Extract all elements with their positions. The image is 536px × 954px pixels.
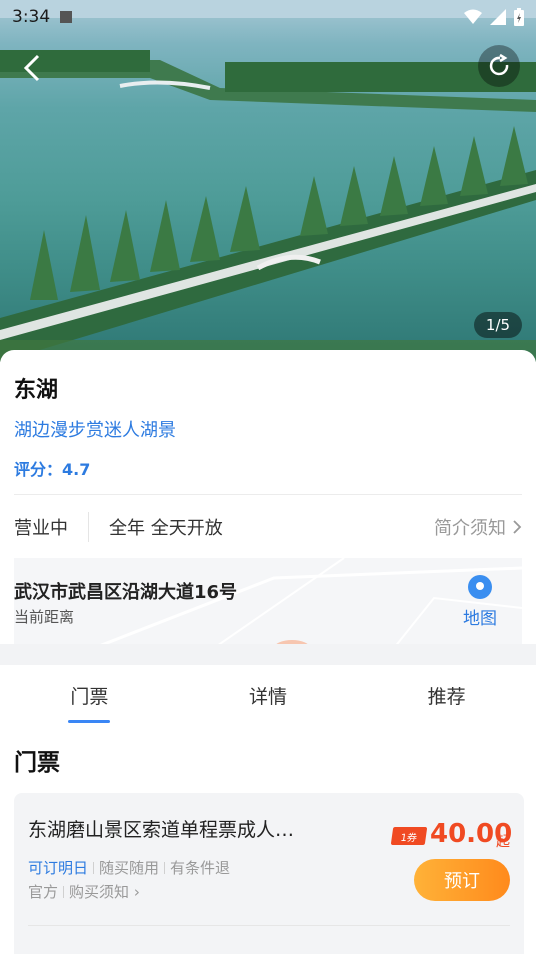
tag-separator [93,861,95,874]
share-icon [489,53,509,76]
open-hours: 全年 全天开放 [109,518,223,539]
section-title: 门票 [14,750,60,776]
status-time: 3:34 [12,7,51,27]
lake-photo [0,0,536,362]
rating: 评分：4.7 [14,460,91,479]
distance-label: 当前距离 [14,608,75,626]
tag-official: 官方 [28,883,59,901]
tag-notice-label: 购买须知 [69,883,130,901]
map-button[interactable]: 地图 [458,574,502,629]
tab-bar: 门票 详情 推荐 [0,665,536,725]
wifi-icon [464,9,482,24]
open-hours-row: 营业中 全年 全天开放 简介须知 [14,510,522,544]
address-map[interactable]: 武汉市武昌区沿湖大道16号 当前距离 地图 [14,558,522,644]
tag-notice[interactable]: 购买须知 › [69,881,140,902]
chevron-right-icon [513,520,522,534]
tag-anytime: 随买随用 [99,859,160,877]
content-panel: 门票 详情 推荐 门票 东湖磨山景区索道单程票成人… 可订明日 随买随用 有条件… [0,665,536,954]
status-icons [464,8,524,26]
tab-details[interactable]: 详情 [179,665,358,725]
book-button[interactable]: 预订 [414,859,510,901]
tag-refund: 有条件退 [170,859,231,877]
tab-tickets[interactable]: 门票 [0,665,179,725]
ticket-name: 东湖磨山景区索道单程票成人… [28,819,295,841]
tag-separator [63,885,65,898]
subtitle: 湖边漫步赏迷人湖景 [14,420,176,441]
chevron-right-icon: › [133,883,140,901]
map-label: 地图 [463,609,497,629]
notice-link-label: 简介须知 [434,518,506,539]
tab-recommend[interactable]: 推荐 [357,665,536,725]
divider [14,494,522,495]
price-suffix: 起 [496,834,510,850]
notification-icon [60,11,73,23]
card-divider [28,925,510,926]
tag-available: 可订明日 [28,859,89,877]
chevron-left-icon [23,54,40,82]
ticket-tags-2: 官方 购买须知 › [28,881,140,902]
page-title: 东湖 [14,378,59,403]
battery-icon [514,8,524,26]
open-status: 营业中 [14,512,89,542]
share-button[interactable] [478,45,520,87]
coupon-badge: 1券 [390,827,428,845]
signal-icon [490,9,506,25]
back-button[interactable] [18,52,50,84]
notice-link[interactable]: 简介须知 [434,514,522,540]
ticket-tags: 可订明日 随买随用 有条件退 [28,857,230,878]
ticket-card[interactable]: 东湖磨山景区索道单程票成人… 可订明日 随买随用 有条件退 官方 购买须知 › … [14,793,524,954]
location-pin-icon [468,575,492,599]
hero-image[interactable]: 3:34 1/5 [0,0,536,362]
address: 武汉市武昌区沿湖大道16号 [14,582,238,603]
info-card: 东湖 湖边漫步赏迷人湖景 评分：4.7 营业中 全年 全天开放 简介须知 武汉市… [0,350,536,644]
status-bar: 3:34 [0,0,536,34]
tag-separator [164,861,166,874]
image-counter: 1/5 [474,312,522,338]
